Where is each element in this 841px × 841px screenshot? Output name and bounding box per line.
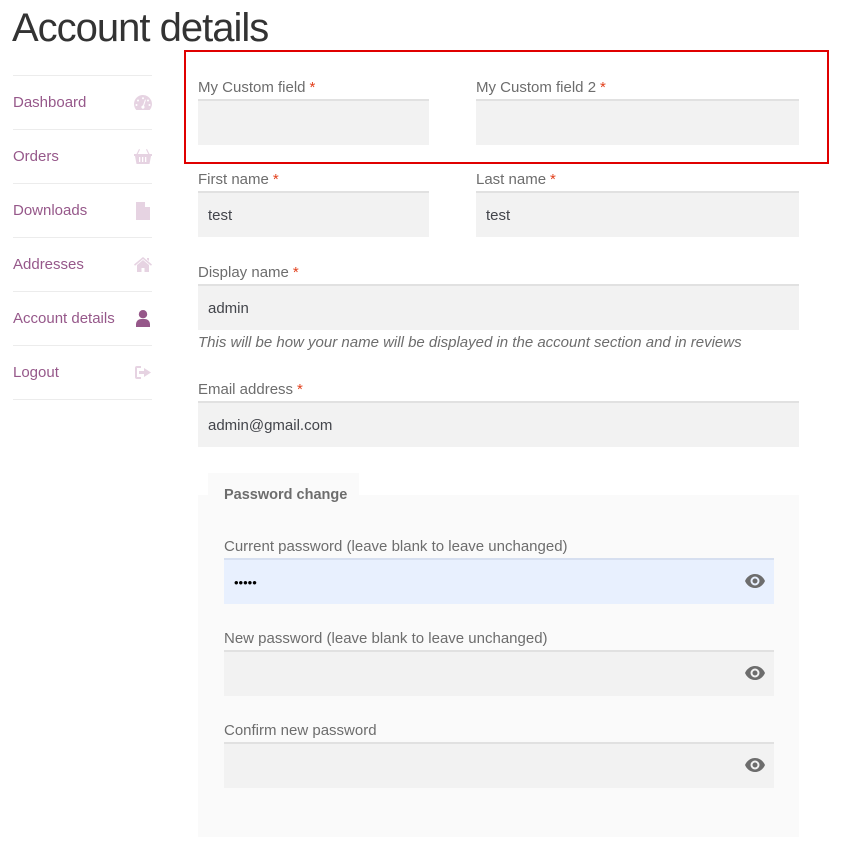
current-password-input[interactable] <box>224 558 774 604</box>
password-change-legend: Password change <box>208 473 359 503</box>
nav-item-account-details[interactable]: Account details <box>13 292 152 346</box>
file-archive-icon <box>134 201 152 220</box>
display-name-label-text: Display name <box>198 264 289 281</box>
display-name-input[interactable] <box>198 284 799 330</box>
required-marker: * <box>297 381 303 398</box>
nav-item-dashboard[interactable]: Dashboard <box>13 76 152 130</box>
shopping-basket-icon <box>134 148 152 166</box>
required-marker: * <box>272 171 279 188</box>
confirm-password-label: Confirm new password <box>224 722 377 739</box>
last-name-label-text: Last name <box>476 171 547 188</box>
nav-item-label: Downloads <box>13 202 88 219</box>
dashboard-gauge-icon <box>134 94 152 112</box>
custom-field-1-label: My Custom field * <box>198 79 315 97</box>
custom-field-1-label-text: My Custom field <box>198 79 306 96</box>
custom-field-2-input[interactable] <box>476 99 799 145</box>
nav-item-downloads[interactable]: Downloads <box>13 184 152 238</box>
nav-item-label: Account details <box>13 310 115 327</box>
last-name-input[interactable] <box>476 191 799 237</box>
email-label: Email address * <box>198 381 303 399</box>
display-name-description: This will be how your name will be displ… <box>198 334 742 351</box>
nav-item-addresses[interactable]: Addresses <box>13 238 152 292</box>
nav-item-label: Logout <box>13 364 59 381</box>
nav-item-logout[interactable]: Logout <box>13 346 152 400</box>
nav-item-orders[interactable]: Orders <box>13 130 152 184</box>
home-icon <box>134 256 152 274</box>
sign-out-icon <box>134 364 152 382</box>
page-title: Account details <box>12 6 269 50</box>
show-password-eye-icon[interactable] <box>745 666 765 680</box>
show-password-eye-icon[interactable] <box>745 758 765 772</box>
custom-field-2-label: My Custom field 2 * <box>476 79 606 97</box>
confirm-password-input[interactable] <box>224 742 774 788</box>
custom-field-1-input[interactable] <box>198 99 429 145</box>
custom-field-2-label-text: My Custom field 2 <box>476 79 597 96</box>
nav-item-label: Orders <box>13 148 59 165</box>
email-label-text: Email address <box>198 381 294 398</box>
last-name-label: Last name * <box>476 171 556 189</box>
first-name-input[interactable] <box>198 191 429 237</box>
required-marker: * <box>292 264 299 281</box>
first-name-label-text: First name <box>198 171 269 188</box>
current-password-label: Current password (leave blank to leave u… <box>224 538 568 555</box>
display-name-label: Display name * <box>198 264 299 282</box>
nav-item-label: Dashboard <box>13 94 87 111</box>
new-password-input[interactable] <box>224 650 774 696</box>
account-navigation: Dashboard Orders Downloads Addresses Acc… <box>13 75 152 400</box>
show-password-eye-icon[interactable] <box>745 574 765 588</box>
nav-item-label: Addresses <box>13 256 84 273</box>
email-input[interactable] <box>198 401 799 447</box>
required-marker: * <box>550 171 556 188</box>
user-icon <box>134 310 152 328</box>
first-name-label: First name * <box>198 171 279 189</box>
required-marker: * <box>309 79 316 96</box>
new-password-label: New password (leave blank to leave uncha… <box>224 630 548 647</box>
required-marker: * <box>600 79 606 96</box>
